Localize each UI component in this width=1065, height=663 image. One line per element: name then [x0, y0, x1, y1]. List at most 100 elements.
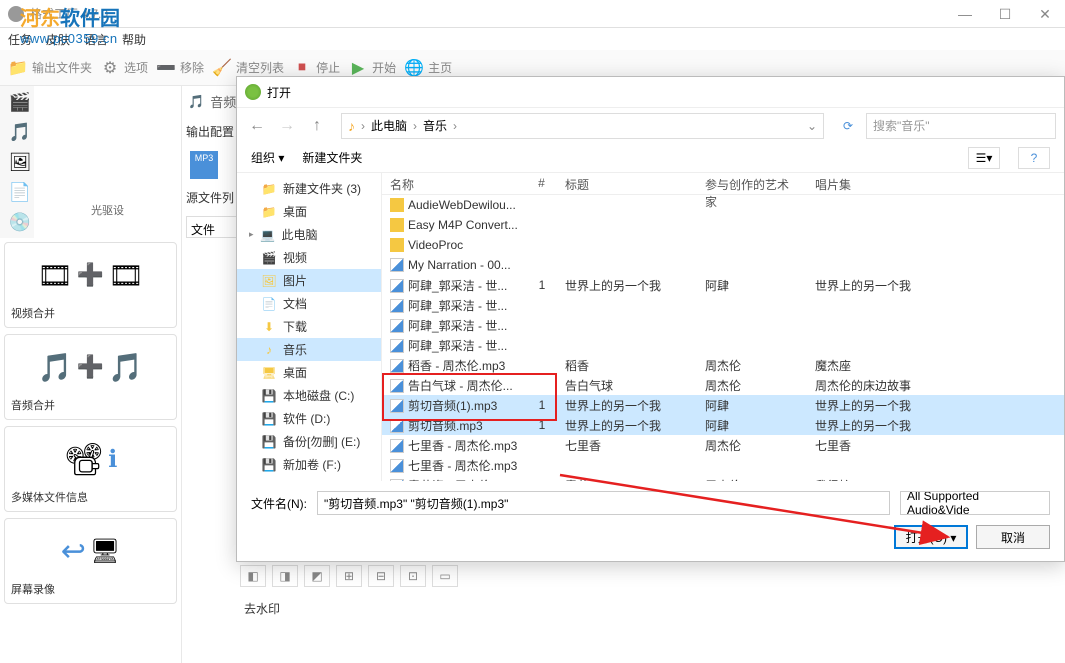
- file-row[interactable]: 青花瓷 - 周杰伦.mp3青花瓷周杰伦我很忙: [382, 475, 1064, 481]
- col-album[interactable]: 唱片集: [807, 173, 1064, 194]
- feature-item[interactable]: 🎞➕🎞视频合并: [4, 242, 177, 328]
- file-row[interactable]: 稻香 - 周杰伦.mp3稻香周杰伦魔杰座: [382, 355, 1064, 375]
- feature-label: 屏幕录像: [11, 577, 170, 597]
- stop-button[interactable]: ⏹停止: [292, 58, 340, 78]
- open-button[interactable]: 打开(O) ▾: [894, 525, 968, 549]
- window-controls: — ☐ ✕: [945, 0, 1065, 28]
- nav-forward-button[interactable]: →: [275, 114, 299, 138]
- breadcrumb[interactable]: ♪ › 此电脑 › 音乐 › ⌄: [341, 113, 824, 139]
- file-row[interactable]: 阿肆_郭采洁 - 世...: [382, 295, 1064, 315]
- chevron-down-icon[interactable]: ⌄: [807, 119, 817, 133]
- dl-icon: ⬇: [261, 320, 277, 334]
- doc-tab-icon[interactable]: 📄: [6, 178, 34, 206]
- filename-input[interactable]: [317, 491, 890, 515]
- feature-item[interactable]: ↩🖥屏幕录像: [4, 518, 177, 604]
- mp3-icon[interactable]: MP3: [190, 151, 218, 179]
- feature-item[interactable]: 📽ℹ多媒体文件信息: [4, 426, 177, 512]
- tool-icon-2[interactable]: ◨: [272, 565, 298, 587]
- col-name[interactable]: 名称: [382, 173, 527, 194]
- watermark-logo: 河东软件园 www.pc0359.cn: [20, 2, 120, 46]
- folder-icon: [390, 238, 404, 252]
- tree-item[interactable]: ⬇下载: [237, 315, 381, 338]
- filetype-filter[interactable]: All Supported Audio&Vide: [900, 491, 1050, 515]
- help-button[interactable]: ?: [1018, 147, 1050, 169]
- output-folder-button[interactable]: 📁输出文件夹: [8, 58, 92, 78]
- dewatermark-label: 去水印: [244, 600, 280, 617]
- mp3-file-icon: [390, 258, 404, 272]
- tree-item[interactable]: ♪音乐: [237, 338, 381, 361]
- feature-item[interactable]: 🎵➕🎵音频合并: [4, 334, 177, 420]
- tool-icon-6[interactable]: ⊡: [400, 565, 426, 587]
- clear-list-button[interactable]: 🧹清空列表: [212, 58, 284, 78]
- file-row[interactable]: 阿肆_郭采洁 - 世...: [382, 335, 1064, 355]
- tree-item[interactable]: 💾新加卷 (F:): [237, 453, 381, 476]
- nav-back-button[interactable]: ←: [245, 114, 269, 138]
- refresh-button[interactable]: ⟳: [836, 114, 860, 138]
- dialog-title-bar: 打开: [237, 77, 1064, 107]
- clear-icon: 🧹: [212, 58, 232, 78]
- file-row[interactable]: 阿肆_郭采洁 - 世...: [382, 315, 1064, 335]
- tool-icon-7[interactable]: ▭: [432, 565, 458, 587]
- tool-icon-5[interactable]: ⊟: [368, 565, 394, 587]
- file-row[interactable]: 七里香 - 周杰伦.mp3: [382, 455, 1064, 475]
- file-row[interactable]: VideoProc: [382, 235, 1064, 255]
- tree-item[interactable]: 💾本地磁盘 (C:): [237, 384, 381, 407]
- tree-item[interactable]: 💾备份[勿删] (E:): [237, 430, 381, 453]
- file-row[interactable]: 剪切音频(1).mp31世界上的另一个我阿肆世界上的另一个我: [382, 395, 1064, 415]
- remove-button[interactable]: ➖移除: [156, 58, 204, 78]
- options-button[interactable]: ⚙选项: [100, 58, 148, 78]
- file-row[interactable]: 剪切音频.mp31世界上的另一个我阿肆世界上的另一个我: [382, 415, 1064, 435]
- gear-icon: ⚙: [100, 58, 120, 78]
- menu-bar: 任务皮肤语言帮助: [0, 28, 1065, 50]
- search-input[interactable]: 搜索"音乐": [866, 113, 1056, 139]
- col-num[interactable]: #: [527, 173, 557, 194]
- mp3-file-icon: [390, 279, 404, 293]
- mp3-file-icon: [390, 379, 404, 393]
- col-title[interactable]: 标题: [557, 173, 697, 194]
- nav-up-button[interactable]: ↑: [305, 114, 329, 138]
- close-button[interactable]: ✕: [1025, 0, 1065, 28]
- tree-item[interactable]: 📁桌面: [237, 200, 381, 223]
- mp3-file-icon: [390, 339, 404, 353]
- video-tab-icon[interactable]: 🎬: [6, 88, 34, 116]
- file-row[interactable]: 阿肆_郭采洁 - 世...1世界上的另一个我阿肆世界上的另一个我: [382, 275, 1064, 295]
- tool-icon-4[interactable]: ⊞: [336, 565, 362, 587]
- disc-tab-icon[interactable]: 💿: [6, 208, 34, 236]
- tree-item[interactable]: 💾软件 (D:): [237, 407, 381, 430]
- file-list: 名称 # 标题 参与创作的艺术家 唱片集 AudieWebDewilou...E…: [382, 173, 1064, 481]
- tool-icon-1[interactable]: ◧: [240, 565, 266, 587]
- tree-item[interactable]: 🖼图片: [237, 269, 381, 292]
- file-row[interactable]: 告白气球 - 周杰伦...告白气球周杰伦周杰伦的床边故事: [382, 375, 1064, 395]
- file-row[interactable]: AudieWebDewilou...: [382, 195, 1064, 215]
- file-list-header: 名称 # 标题 参与创作的艺术家 唱片集: [382, 173, 1064, 195]
- image-tab-icon[interactable]: 🖼: [6, 148, 34, 176]
- minimize-button[interactable]: —: [945, 0, 985, 28]
- maximize-button[interactable]: ☐: [985, 0, 1025, 28]
- cancel-button[interactable]: 取消: [976, 525, 1050, 549]
- disk-icon: 💾: [261, 435, 277, 449]
- menu-item[interactable]: 帮助: [122, 31, 146, 48]
- disc-tab-label: 光驱设: [34, 198, 181, 222]
- file-row[interactable]: My Narration - 00...: [382, 255, 1064, 275]
- tree-item[interactable]: 📄文档: [237, 292, 381, 315]
- tool-icon-3[interactable]: ◩: [304, 565, 330, 587]
- tree-item[interactable]: 🖥桌面: [237, 361, 381, 384]
- organize-button[interactable]: 组织 ▾: [251, 149, 284, 166]
- start-button[interactable]: ▶开始: [348, 58, 396, 78]
- folder-icon: 📁: [261, 182, 277, 196]
- feature-label: 视频合并: [11, 301, 170, 321]
- col-artist[interactable]: 参与创作的艺术家: [697, 173, 807, 194]
- audio-tab-icon[interactable]: 🎵: [6, 118, 34, 146]
- new-folder-button[interactable]: 新建文件夹: [302, 149, 362, 166]
- video-icon: 🎬: [261, 251, 277, 265]
- feature-label: 音频合并: [11, 393, 170, 413]
- view-mode-button[interactable]: ☰▾: [968, 147, 1000, 169]
- file-row[interactable]: 七里香 - 周杰伦.mp3七里香周杰伦七里香: [382, 435, 1064, 455]
- tree-item[interactable]: ▸💻此电脑: [237, 223, 381, 246]
- dialog-icon: [245, 84, 261, 100]
- file-row[interactable]: Easy M4P Convert...: [382, 215, 1064, 235]
- tree-item[interactable]: 🎬视频: [237, 246, 381, 269]
- home-button[interactable]: 🌐主页: [404, 58, 452, 78]
- remove-icon: ➖: [156, 58, 176, 78]
- tree-item[interactable]: 📁新建文件夹 (3): [237, 177, 381, 200]
